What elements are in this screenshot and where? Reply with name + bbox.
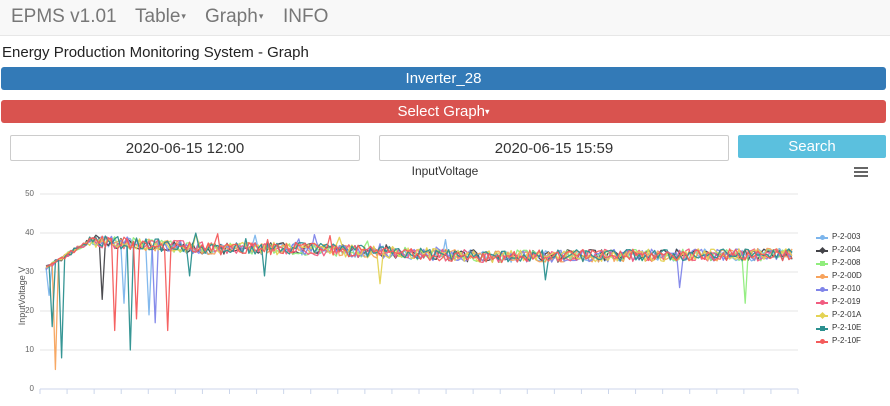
y-tick-label: 0 [29,384,34,393]
legend-label: P-2-10F [832,336,861,345]
select-graph-button[interactable]: Select Graph▾ [1,100,886,123]
page-title: Energy Production Monitoring System - Gr… [2,44,309,61]
caret-down-icon: ▾ [181,11,186,22]
triangle-down-marker-icon [820,287,825,292]
caret-down-icon: ▾ [258,11,264,22]
legend-label: P-2-010 [832,284,861,293]
legend-label: P-2-01A [832,310,862,319]
legend-item-p-2-10e[interactable]: P-2-10E [816,322,878,335]
nav-item-table[interactable]: Table▾ [135,6,186,28]
hamburger-menu-icon[interactable] [854,167,868,179]
legend-label: P-2-00D [832,271,862,280]
legend-label: P-2-003 [832,232,861,241]
legend-item-p-2-008[interactable]: P-2-008 [816,257,878,270]
legend-item-p-2-10f[interactable]: P-2-10F [816,335,878,348]
nav-item-graph[interactable]: Graph▾ [205,6,263,28]
y-tick-label: 20 [25,306,34,315]
chart: InputVoltage InputVoltage V 0 10 20 30 40 50 … [10,161,880,406]
triangle-marker-icon [820,339,825,344]
circle-marker-icon [820,300,825,305]
device-bar[interactable]: Inverter_28 [1,67,886,90]
end-date-input[interactable] [379,135,729,161]
legend-item-p-2-01a[interactable]: P-2-01A [816,309,878,322]
legend-item-p-2-019[interactable]: P-2-019 [816,296,878,309]
diamond-marker-icon [818,311,827,320]
legend-item-p-2-00d[interactable]: P-2-00D [816,270,878,283]
start-date-input[interactable] [10,135,360,161]
select-graph-label: Select Graph [397,103,485,120]
legend-item-p-2-003[interactable]: P-2-003 [816,231,878,244]
y-tick-label: 40 [25,228,34,237]
legend-label: P-2-004 [832,245,861,254]
legend-label: P-2-008 [832,258,861,267]
legend: P-2-003 P-2-004 P-2-008 P-2-00D P-2-010 P-2-0… [816,231,878,348]
navbar: EPMS v1.01 Table▾ Graph▾ INFO [0,0,890,36]
nav-item-info[interactable]: INFO [283,6,328,28]
nav-item-info-label: INFO [283,6,329,27]
y-tick-label: 30 [25,267,34,276]
legend-item-p-2-010[interactable]: P-2-010 [816,283,878,296]
legend-item-p-2-004[interactable]: P-2-004 [816,244,878,257]
nav-item-table-label: Table [135,6,181,27]
y-tick-label: 10 [25,345,34,354]
nav-item-graph-label: Graph [205,6,258,27]
chart-plot-area [39,193,799,394]
circle-marker-icon [820,235,825,240]
chart-title: InputVoltage [411,164,479,178]
legend-label: P-2-019 [832,297,861,306]
square-marker-icon [820,261,825,266]
legend-label: P-2-10E [832,323,862,332]
search-button[interactable]: Search [738,135,886,158]
y-tick-label: 50 [25,189,34,198]
caret-down-icon: ▾ [485,106,490,117]
brand[interactable]: EPMS v1.01 [11,6,117,28]
square-marker-icon [820,326,825,331]
diamond-marker-icon [818,246,827,255]
triangle-marker-icon [820,274,825,279]
